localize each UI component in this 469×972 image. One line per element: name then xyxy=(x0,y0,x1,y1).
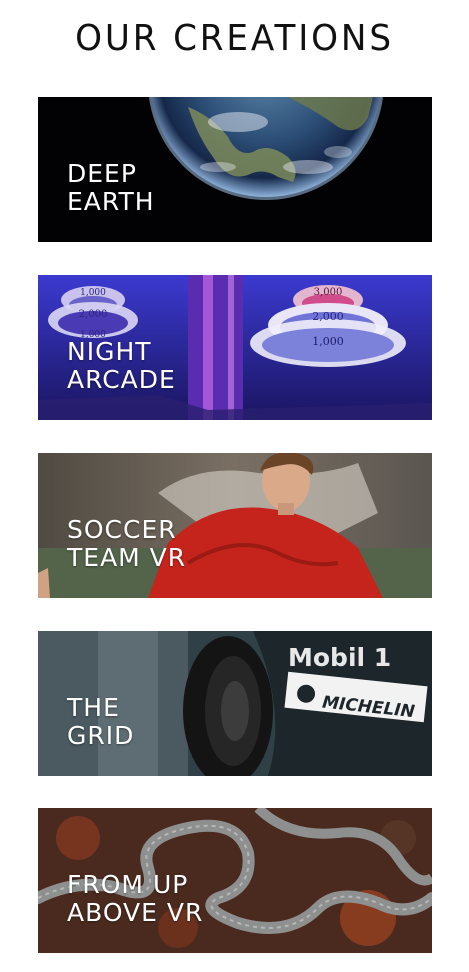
creation-card-from-up-above-vr[interactable]: FROM UP ABOVE VR xyxy=(38,808,432,953)
creation-card-deep-earth[interactable]: DEEP EARTH xyxy=(38,97,432,242)
creation-card-soccer-team-vr[interactable]: SOCCER TEAM VR xyxy=(38,453,432,598)
card-label: FROM UP ABOVE VR xyxy=(67,870,204,927)
arcade-number: 1,000 xyxy=(80,288,106,298)
creation-card-the-grid[interactable]: Mobil 1 MICHELIN THE GRID xyxy=(38,631,432,776)
card-label: SOCCER TEAM VR xyxy=(67,515,187,572)
card-label: NIGHT ARCADE xyxy=(67,337,176,394)
arcade-number: 2,000 xyxy=(312,310,344,323)
sponsor-text: Mobil 1 xyxy=(288,643,391,672)
arcade-number: 3,000 xyxy=(314,287,343,298)
card-label: THE GRID xyxy=(67,693,135,750)
arcade-number: 1,000 xyxy=(312,335,344,348)
page-title: OUR CREATIONS xyxy=(75,18,394,59)
arcade-number: 2,000 xyxy=(79,309,108,320)
creation-card-night-arcade[interactable]: 1,000 2,000 1,000 3,000 2,000 1,000 NIGH… xyxy=(38,275,432,420)
card-label: DEEP EARTH xyxy=(67,159,155,216)
